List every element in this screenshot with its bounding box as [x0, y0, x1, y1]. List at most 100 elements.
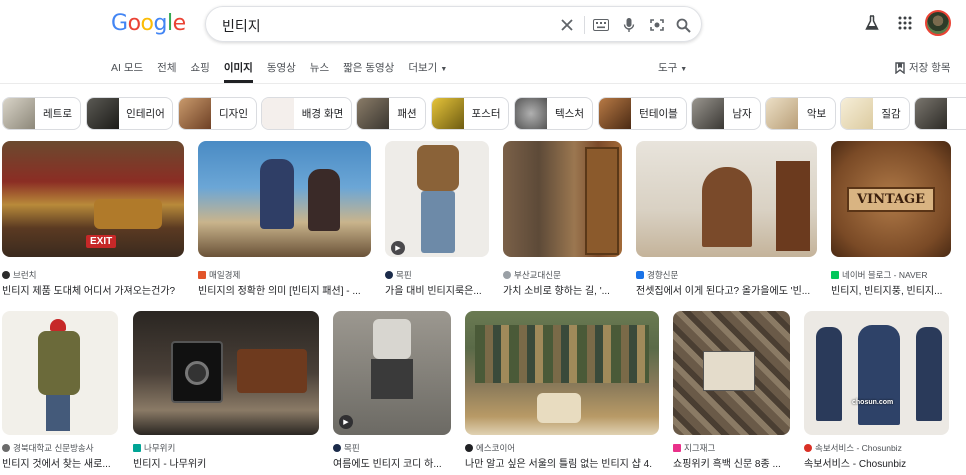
tab-more-label: 더보기	[408, 62, 438, 74]
result-title[interactable]: 여름에도 빈티지 코디 하...	[333, 455, 451, 470]
result-title[interactable]: 빈티지 제품 도대체 어디서 가져오는건가?	[2, 282, 184, 297]
chip-interior[interactable]: 인테리어	[86, 97, 173, 130]
chip-poster[interactable]: 포스터	[431, 97, 509, 130]
person-shape	[816, 327, 842, 421]
result-image[interactable]	[133, 311, 319, 435]
source-name: 부산교대신문	[514, 270, 561, 280]
result-title[interactable]: 가치 소비로 향하는 길, '...	[503, 282, 622, 297]
result-image[interactable]	[503, 141, 622, 257]
result-title[interactable]: 빈티지, 빈티지풍, 빈티지...	[831, 282, 951, 297]
tools-button[interactable]: 도구 ▼	[658, 60, 687, 75]
result-image[interactable]	[465, 311, 659, 435]
result-title[interactable]: 가을 대비 빈티지룩은...	[385, 282, 489, 297]
chip-thumbnail	[432, 98, 464, 129]
tab-short-videos[interactable]: 짧은 동영상	[343, 60, 394, 83]
chip-label: 레트로	[43, 108, 72, 120]
microphone-icon[interactable]	[619, 15, 639, 35]
result-title[interactable]: 속보서비스 - Chosunbiz	[804, 455, 949, 470]
tab-shopping[interactable]: 쇼핑	[191, 60, 210, 83]
result-title[interactable]: 나만 알고 싶은 서울의 틀림 없는 빈티지 샵 4.	[465, 455, 659, 470]
image-result[interactable]: 매일경제 빈티지의 정확한 의미 [빈티지 패션] - ...	[198, 141, 371, 297]
chip-retro[interactable]: 레트로	[2, 97, 81, 130]
result-image[interactable]: ▶	[333, 311, 451, 435]
newspaper-shape	[703, 351, 755, 391]
person-shape	[858, 325, 900, 425]
result-image[interactable]: chosun.com	[804, 311, 949, 435]
chip-men[interactable]: 남자	[691, 97, 761, 130]
tab-ai-mode[interactable]: AI 모드	[111, 60, 143, 83]
chip-texture-feel[interactable]: 질감	[840, 97, 910, 130]
result-image[interactable]	[673, 311, 790, 435]
source-favicon	[333, 444, 341, 452]
source-favicon	[2, 444, 10, 452]
image-result[interactable]: VINTAGE 네이버 블로그 - NAVER 빈티지, 빈티지풍, 빈티지..…	[831, 141, 951, 297]
image-result[interactable]: 경북대학교 신문방송사 빈티지 것에서 찾는 새로...	[2, 311, 118, 471]
chip-fashion[interactable]: 패션	[356, 97, 426, 130]
chip-thumbnail	[515, 98, 547, 129]
image-result[interactable]: 에스코이어 나만 알고 싶은 서울의 틀림 없는 빈티지 샵 4.	[465, 311, 659, 471]
result-image[interactable]	[636, 141, 817, 257]
chip-more[interactable]	[914, 97, 966, 130]
result-image[interactable]: ▶	[385, 141, 489, 257]
tab-all[interactable]: 전체	[157, 60, 176, 83]
image-result[interactable]: 경향신문 전셋집에서 이게 된다고? 올가을에도 '빈...	[636, 141, 817, 297]
result-title[interactable]: 빈티지 것에서 찾는 새로...	[2, 455, 118, 470]
chip-thumbnail	[766, 98, 798, 129]
result-title[interactable]: 빈티지 - 나무위키	[133, 455, 319, 470]
tab-images[interactable]: 이미지	[223, 60, 253, 83]
saved-items-button[interactable]: 저장 항목	[895, 60, 951, 75]
labs-flask-icon[interactable]	[862, 13, 882, 33]
source-favicon	[465, 444, 473, 452]
image-result[interactable]: 지그재그 쇼핑위키 흑백 신문 8종 ...	[673, 311, 790, 471]
source-name: 속보서비스 - Chosunbiz	[815, 443, 902, 453]
tab-more[interactable]: 더보기 ▼	[408, 60, 447, 83]
source-name: 목핀	[396, 270, 412, 280]
source-favicon	[831, 271, 839, 279]
chip-wallpaper[interactable]: 배경 화면	[261, 97, 352, 130]
image-result[interactable]: chosun.com 속보서비스 - Chosunbiz 속보서비스 - Cho…	[804, 311, 949, 471]
door-shape	[585, 147, 619, 255]
source-name: 나무위키	[144, 443, 176, 453]
result-source: 부산교대신문	[503, 269, 561, 281]
suitcase-shape	[237, 349, 307, 393]
coat-shape	[38, 331, 80, 395]
account-avatar[interactable]	[925, 10, 951, 36]
result-title[interactable]: 빈티지의 정확한 의미 [빈티지 패션] - ...	[198, 282, 371, 297]
chip-turntable[interactable]: 턴테이블	[598, 97, 687, 130]
source-favicon	[2, 271, 10, 279]
clear-icon[interactable]	[557, 15, 577, 35]
image-result[interactable]: EXIT 브런치 빈티지 제품 도대체 어디서 가져오는건가?	[2, 141, 184, 297]
result-image[interactable]	[2, 311, 118, 435]
result-image[interactable]: VINTAGE	[831, 141, 951, 257]
result-image[interactable]	[198, 141, 371, 257]
result-image[interactable]: EXIT	[2, 141, 184, 257]
related-chips: 레트로 인테리어 디자인 배경 화면 패션 포스터 텍스처 턴테이블 남자 악보…	[2, 97, 966, 130]
keyboard-icon[interactable]	[591, 15, 611, 35]
image-result[interactable]: 나무위키 빈티지 - 나무위키	[133, 311, 319, 471]
chip-design[interactable]: 디자인	[178, 97, 257, 130]
result-title[interactable]: 쇼핑위키 흑백 신문 8종 ...	[673, 455, 790, 470]
chip-label: 턴테이블	[639, 108, 678, 120]
source-name: 지그재그	[684, 443, 716, 453]
image-result[interactable]: ▶ 목핀 가을 대비 빈티지룩은...	[385, 141, 489, 297]
result-title[interactable]: 전셋집에서 이게 된다고? 올가을에도 '빈...	[636, 282, 817, 297]
search-tabs: AI 모드 전체 쇼핑 이미지 동영상 뉴스 짧은 동영상 더보기 ▼	[111, 60, 461, 83]
shorts-shape	[371, 359, 413, 399]
jeans-shape	[46, 395, 70, 431]
search-box[interactable]: 빈티지	[205, 6, 702, 42]
image-result[interactable]: 부산교대신문 가치 소비로 향하는 길, '...	[503, 141, 622, 297]
tab-videos[interactable]: 동영상	[267, 60, 296, 83]
image-result[interactable]: ▶ 목핀 여름에도 빈티지 코디 하...	[333, 311, 451, 471]
lens-camera-icon[interactable]	[647, 15, 667, 35]
google-logo[interactable]: Google	[111, 11, 186, 36]
tab-news[interactable]: 뉴스	[310, 60, 329, 83]
search-input[interactable]: 빈티지	[222, 16, 261, 36]
apps-grid-icon[interactable]	[895, 13, 915, 33]
chip-thumbnail	[357, 98, 389, 129]
source-name: 브런치	[13, 270, 37, 280]
chip-sheet-music[interactable]: 악보	[765, 97, 836, 130]
source-name: 네이버 블로그 - NAVER	[842, 270, 928, 280]
search-icon[interactable]	[673, 15, 693, 35]
chip-texture[interactable]: 텍스처	[514, 97, 593, 130]
source-favicon	[636, 271, 644, 279]
